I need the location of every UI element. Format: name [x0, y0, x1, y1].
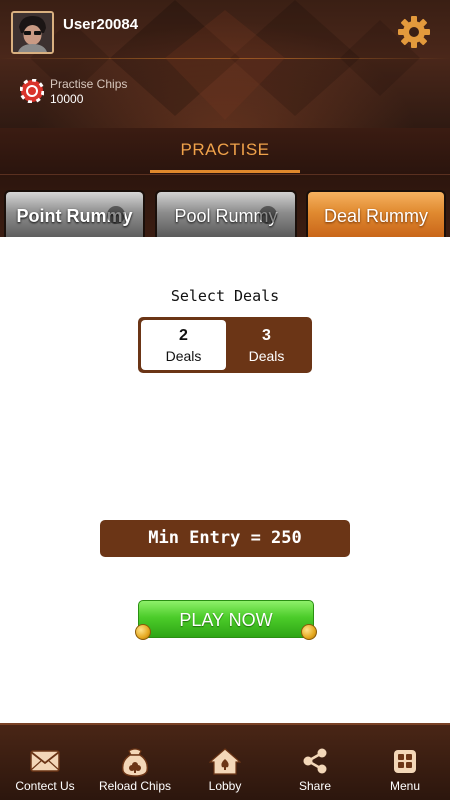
nav-reload-chips[interactable]: Reload Chips	[90, 723, 180, 800]
tab-pool-rummy[interactable]: Pool Rummy	[155, 190, 297, 237]
mail-icon	[30, 750, 60, 772]
profile-header: User20084 Practise Chips 10000	[0, 0, 450, 128]
tab-point-rummy[interactable]: Point Rummy	[4, 190, 145, 237]
deals-option-number: 3	[262, 327, 271, 344]
deals-option-number: 2	[179, 327, 188, 344]
nav-menu-label: Menu	[389, 779, 421, 793]
practise-chips-value: 10000	[50, 92, 84, 106]
nav-lobby-label: Lobby	[208, 779, 242, 793]
deals-option-text: Deals	[165, 348, 202, 364]
select-deals-title: Select Deals	[170, 287, 280, 305]
poker-chip-icon	[20, 79, 44, 103]
tab-deal-rummy-label: Deal Rummy	[323, 206, 429, 226]
nav-share-label: Share	[298, 779, 332, 793]
nav-share[interactable]: Share	[270, 723, 360, 800]
nav-reload-chips-label: Reload Chips	[98, 779, 172, 793]
rummy-variant-tabs: Point Rummy Pool Rummy Deal Rummy	[0, 175, 450, 237]
nav-menu[interactable]: Menu	[360, 723, 450, 800]
tab-decoration-icon	[107, 206, 125, 224]
min-entry-label: Min Entry = 250	[100, 520, 350, 557]
chip-bag-icon	[121, 748, 149, 777]
tab-decoration-icon	[259, 206, 277, 224]
username: User20084	[63, 16, 139, 33]
tab-deal-rummy[interactable]: Deal Rummy	[306, 190, 446, 237]
avatar[interactable]	[11, 11, 54, 54]
nav-contact-us[interactable]: Contect Us	[0, 723, 90, 800]
gold-coin-icon	[301, 624, 317, 640]
settings-gear-icon[interactable]	[396, 14, 432, 50]
nav-lobby[interactable]: Lobby	[180, 723, 270, 800]
gold-coin-icon	[135, 624, 151, 640]
nav-contact-us-label: Contect Us	[15, 779, 75, 793]
play-now-area: PLAY NOW	[135, 600, 317, 644]
practise-chips-label: Practise Chips	[50, 77, 128, 91]
play-now-button[interactable]: PLAY NOW	[138, 600, 314, 638]
game-mode-bar: PRACTISE	[0, 128, 450, 175]
bottom-navigation: Contect Us Reload Chips Lobby Share Menu	[0, 723, 450, 800]
deals-option-text: Deals	[248, 348, 285, 364]
mode-active-underline	[150, 170, 300, 173]
menu-grid-icon	[394, 750, 416, 773]
mode-title-practise[interactable]: PRACTISE	[150, 140, 300, 160]
deals-option-3[interactable]: 3 Deals	[224, 320, 309, 370]
deals-option-2[interactable]: 2 Deals	[141, 320, 226, 370]
home-icon	[209, 748, 241, 775]
share-icon	[303, 748, 327, 774]
deals-selector: 2 Deals 3 Deals	[138, 317, 312, 373]
avatar-picture	[13, 13, 52, 52]
